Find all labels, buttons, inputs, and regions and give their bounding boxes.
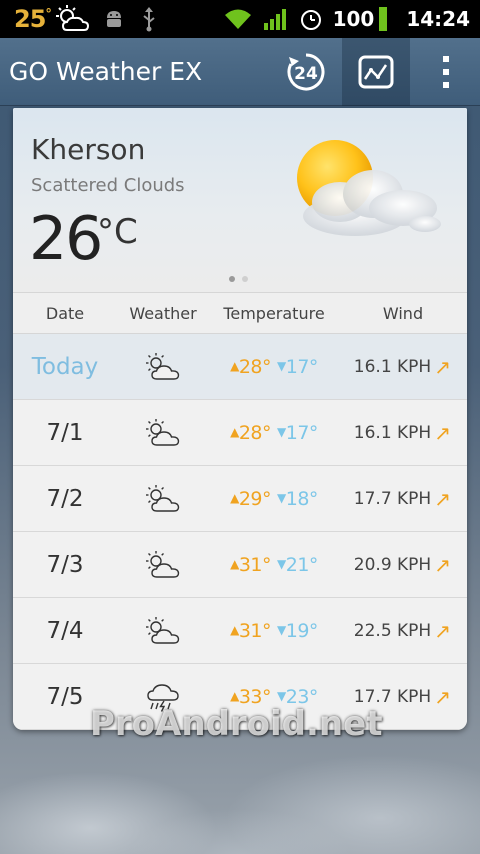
wind-direction-arrow-icon: ↗: [434, 684, 451, 709]
watermark: ProAndroid.net: [90, 704, 383, 744]
wind-speed: 20.9 KPH: [353, 554, 432, 575]
low-temperature: ▼18°: [277, 487, 318, 510]
wind-direction-arrow-icon: ↗: [434, 354, 451, 379]
forecast-date: 7/3: [46, 551, 84, 578]
clock: 14:24: [406, 7, 470, 31]
app-title: GO Weather EX: [9, 57, 203, 86]
forecast-row[interactable]: 7/4 ▲31° ▼19° 22.5 KPH ↗: [13, 598, 467, 664]
wind-speed: 16.1 KPH: [353, 422, 432, 443]
high-temperature: ▲28°: [230, 355, 271, 378]
forecast-row[interactable]: 7/3 ▲31° ▼21° 20.9 KPH ↗: [13, 532, 467, 598]
overflow-menu-icon: [443, 56, 449, 88]
forecast-wind: 16.1 KPH ↗: [339, 400, 467, 465]
page-dot: [242, 276, 248, 282]
partly-cloudy-icon: [117, 466, 209, 531]
partly-cloudy-icon: [55, 4, 91, 34]
sun-with-clouds-icon: [297, 140, 441, 236]
trend-chart-icon: [358, 55, 394, 89]
page-dot-active: [229, 276, 235, 282]
weather-description: Scattered Clouds: [31, 175, 185, 196]
high-temperature: ▲29°: [230, 487, 271, 510]
temperature-unit: °C: [97, 212, 138, 252]
forecast-row[interactable]: 7/1 ▲28° ▼17° 16.1 KPH ↗: [13, 400, 467, 466]
header-temperature: Temperature: [223, 303, 325, 323]
overflow-menu-button[interactable]: [420, 38, 472, 106]
wind-speed: 16.1 KPH: [353, 356, 432, 377]
city-name: Kherson: [31, 133, 146, 166]
forecast-wind: 20.9 KPH ↗: [339, 532, 467, 597]
forecast-date: Today: [31, 353, 99, 380]
wind-direction-arrow-icon: ↗: [434, 552, 451, 577]
trend-chart-button[interactable]: [342, 38, 410, 106]
alarm-icon: [299, 7, 323, 31]
wind-speed: 22.5 KPH: [353, 620, 432, 641]
signal-icon: [263, 7, 289, 31]
wind-speed: 17.7 KPH: [353, 488, 432, 509]
forecast-row[interactable]: 7/2 ▲29° ▼18° 17.7 KPH ↗: [13, 466, 467, 532]
forecast-temperature: ▲31° ▼19°: [209, 598, 339, 663]
app-bar: GO Weather EX 24: [0, 38, 480, 106]
forecast-table-header: Date Weather Temperature Wind: [13, 292, 467, 334]
wind-direction-arrow-icon: ↗: [434, 420, 451, 445]
header-date: Date: [45, 303, 85, 323]
battery-icon: [378, 6, 388, 32]
current-temperature: 26: [29, 204, 103, 274]
weather-card: Kherson Scattered Clouds 26 °C Date Weat…: [13, 108, 467, 730]
partly-cloudy-icon: [117, 532, 209, 597]
low-temperature: ▼19°: [277, 619, 318, 642]
usb-icon: [141, 6, 157, 32]
high-temperature: ▲28°: [230, 421, 271, 444]
partly-cloudy-icon: [117, 400, 209, 465]
current-conditions[interactable]: Kherson Scattered Clouds 26 °C: [13, 108, 467, 292]
page-indicator: [229, 276, 248, 282]
partly-cloudy-icon: [117, 334, 209, 399]
forecast-date: 7/4: [46, 617, 84, 644]
low-temperature: ▼17°: [277, 355, 318, 378]
wind-direction-arrow-icon: ↗: [434, 486, 451, 511]
high-temperature: ▲31°: [230, 619, 271, 642]
forecast-date: 7/1: [46, 419, 84, 446]
wifi-icon: [223, 7, 253, 31]
forecast-temperature: ▲29° ▼18°: [209, 466, 339, 531]
low-temperature: ▼21°: [277, 553, 318, 576]
forecast-wind: 17.7 KPH ↗: [339, 466, 467, 531]
high-temperature: ▲31°: [230, 553, 271, 576]
header-wind: Wind: [382, 303, 424, 323]
svg-text:24: 24: [294, 64, 318, 84]
wind-direction-arrow-icon: ↗: [434, 618, 451, 643]
24-hour-forecast-icon: 24: [287, 53, 325, 91]
low-temperature: ▼17°: [277, 421, 318, 444]
header-weather: Weather: [129, 303, 197, 323]
status-bar: 25° 100 14:24: [0, 0, 480, 38]
24-hour-forecast-button[interactable]: 24: [276, 38, 336, 106]
status-temperature: 25°: [14, 5, 52, 33]
forecast-wind: 22.5 KPH ↗: [339, 598, 467, 663]
partly-cloudy-icon: [117, 598, 209, 663]
forecast-temperature: ▲28° ▼17°: [209, 334, 339, 399]
forecast-temperature: ▲31° ▼21°: [209, 532, 339, 597]
android-debug-icon: [103, 8, 125, 30]
forecast-wind: 16.1 KPH ↗: [339, 334, 467, 399]
forecast-temperature: ▲28° ▼17°: [209, 400, 339, 465]
battery-level: 100: [332, 7, 375, 31]
forecast-row[interactable]: Today ▲28° ▼17° 16.1 KPH ↗: [13, 334, 467, 400]
forecast-date: 7/2: [46, 485, 84, 512]
